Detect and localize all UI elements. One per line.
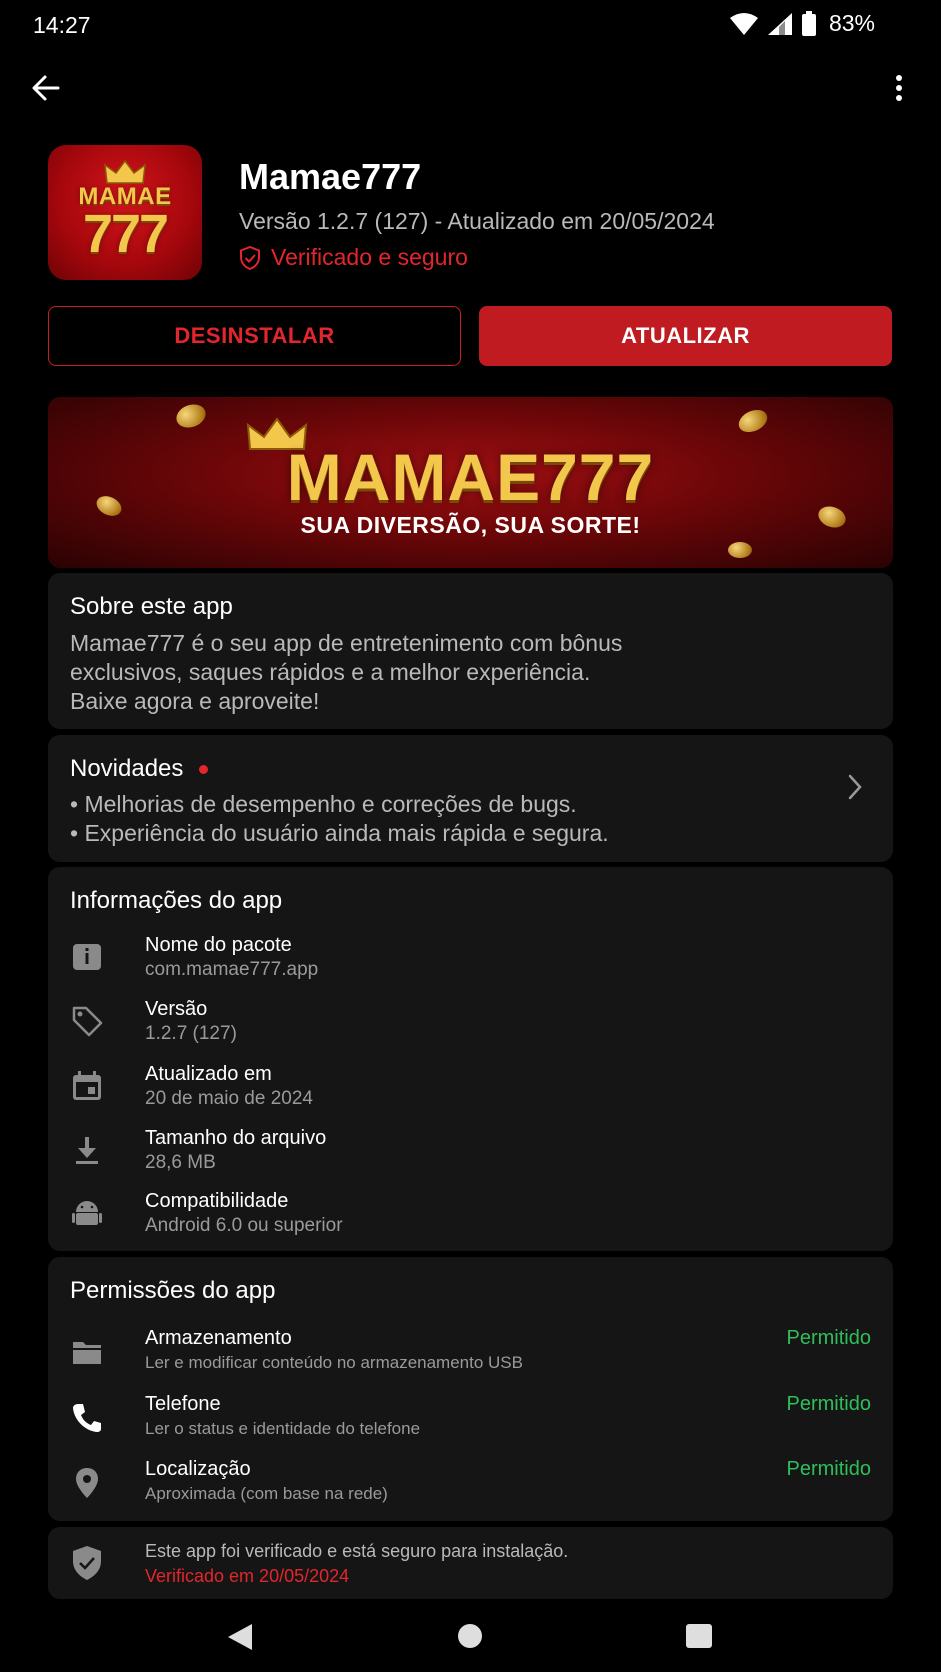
signal-icon	[767, 12, 792, 35]
list-item: • Melhorias de desempenho e correções de…	[70, 791, 577, 817]
nav-back-button[interactable]	[226, 1622, 254, 1652]
about-line: Baixe agora e aproveite!	[70, 688, 320, 714]
arrow-left-icon	[32, 75, 60, 101]
new-indicator-dot	[199, 764, 209, 774]
about-line: exclusivos, saques rápidos e a melhor ex…	[70, 659, 591, 685]
about-line: Mamae777 é o seu app de entretenimento c…	[70, 630, 623, 656]
permission-label: Localização	[145, 1458, 251, 1480]
back-button[interactable]	[28, 70, 64, 106]
permissions-title: Permissões do app	[70, 1277, 276, 1304]
nav-recents-button[interactable]	[686, 1624, 712, 1648]
info-icon	[73, 944, 101, 970]
permission-description: Aproximada (com base na rede)	[145, 1484, 388, 1503]
app-name: Mamae777	[239, 156, 422, 197]
info-row-size: Tamanho do arquivo 28,6 MB	[48, 1127, 893, 1183]
verification-date: Verificado em 20/05/2024	[145, 1566, 350, 1586]
permissions-card: Permissões do app Armazenamento Ler e mo…	[48, 1257, 893, 1521]
uninstall-button[interactable]: DESINSTALAR	[48, 306, 461, 366]
permission-label: Armazenamento	[145, 1327, 292, 1349]
coin-decoration	[728, 542, 752, 558]
permission-description: Ler e modificar conteúdo no armazenament…	[145, 1353, 523, 1372]
update-button[interactable]: ATUALIZAR	[479, 306, 892, 366]
battery-percent: 83%	[828, 10, 875, 36]
info-row-updated: Atualizado em 20 de maio de 2024	[48, 1063, 893, 1119]
info-value: 20 de maio de 2024	[145, 1088, 313, 1109]
android-icon	[72, 1201, 102, 1225]
permission-row-location: Localização Aproximada (com base na rede…	[48, 1458, 893, 1514]
whats-new-title: Novidades	[70, 755, 209, 783]
permission-status: Permitido	[786, 1458, 871, 1480]
shield-check-icon	[240, 245, 260, 270]
verified-label: Verificado e seguro	[271, 244, 468, 270]
wifi-icon	[729, 12, 758, 35]
verified-badge: Verificado e seguro	[239, 244, 468, 271]
shield-check-icon	[73, 1546, 101, 1580]
more-vert-icon	[896, 75, 902, 101]
app-icon: MAMAE 777	[48, 145, 202, 280]
info-value: com.mamae777.app	[145, 959, 319, 980]
info-label: Nome do pacote	[145, 934, 292, 956]
nav-home-button[interactable]	[458, 1624, 482, 1648]
permission-row-phone: Telefone Ler o status e identidade do te…	[48, 1393, 893, 1449]
info-label: Compatibilidade	[145, 1190, 289, 1212]
phone-icon	[73, 1404, 101, 1432]
folder-icon	[73, 1342, 101, 1364]
whats-new-list: • Melhorias de desempenho e correções de…	[70, 790, 609, 848]
permission-row-storage: Armazenamento Ler e modificar conteúdo n…	[48, 1327, 893, 1383]
info-label: Versão	[145, 998, 208, 1020]
crown-icon	[104, 159, 146, 184]
download-icon	[76, 1137, 98, 1164]
info-value: Android 6.0 ou superior	[145, 1215, 343, 1236]
calendar-icon	[73, 1071, 101, 1100]
coin-decoration	[173, 400, 209, 432]
info-label: Atualizado em	[145, 1063, 272, 1085]
info-row-package: Nome do pacote com.mamae777.app	[48, 934, 893, 990]
info-row-compatibility: Compatibilidade Android 6.0 ou superior	[48, 1190, 893, 1246]
coin-decoration	[735, 405, 771, 437]
permission-status: Permitido	[786, 1393, 871, 1415]
info-value: 1.2.7 (127)	[145, 1023, 237, 1044]
app-version-line: Versão 1.2.7 (127) - Atualizado em 20/05…	[239, 208, 715, 234]
chevron-right-icon	[848, 774, 862, 800]
verification-card: Este app foi verificado e está seguro pa…	[48, 1527, 893, 1599]
info-label: Tamanho do arquivo	[145, 1127, 327, 1149]
permission-label: Telefone	[145, 1393, 221, 1415]
about-description: Mamae777 é o seu app de entretenimento c…	[70, 629, 850, 716]
app-info-card: Informações do app Nome do pacote com.ma…	[48, 867, 893, 1251]
app-icon-text-bottom: 777	[82, 204, 169, 264]
verification-text: Este app foi verificado e está seguro pa…	[145, 1541, 569, 1561]
status-icons: 83%	[729, 10, 875, 37]
promo-banner: MAMAE777 SUA DIVERSÃO, SUA SORTE!	[48, 397, 893, 568]
permission-status: Permitido	[786, 1327, 871, 1349]
about-card: Sobre este app Mamae777 é o seu app de e…	[48, 573, 893, 729]
banner-title: MAMAE777	[286, 440, 655, 514]
app-info-title: Informações do app	[70, 887, 283, 914]
info-row-version: Versão 1.2.7 (127)	[48, 998, 893, 1054]
about-title: Sobre este app	[70, 593, 233, 620]
whats-new-label: Novidades	[70, 755, 184, 782]
info-value: 28,6 MB	[145, 1152, 216, 1173]
battery-icon	[801, 10, 816, 36]
whats-new-card[interactable]: Novidades • Melhorias de desempenho e co…	[48, 735, 893, 862]
location-icon	[76, 1468, 98, 1498]
tag-icon	[72, 1006, 103, 1037]
status-time: 14:27	[33, 12, 91, 38]
more-options-button[interactable]	[889, 70, 909, 106]
status-bar: 14:27 83%	[0, 0, 941, 54]
list-item: • Experiência do usuário ainda mais rápi…	[70, 820, 609, 846]
permission-description: Ler o status e identidade do telefone	[145, 1419, 421, 1438]
banner-subtitle: SUA DIVERSÃO, SUA SORTE!	[300, 512, 641, 538]
